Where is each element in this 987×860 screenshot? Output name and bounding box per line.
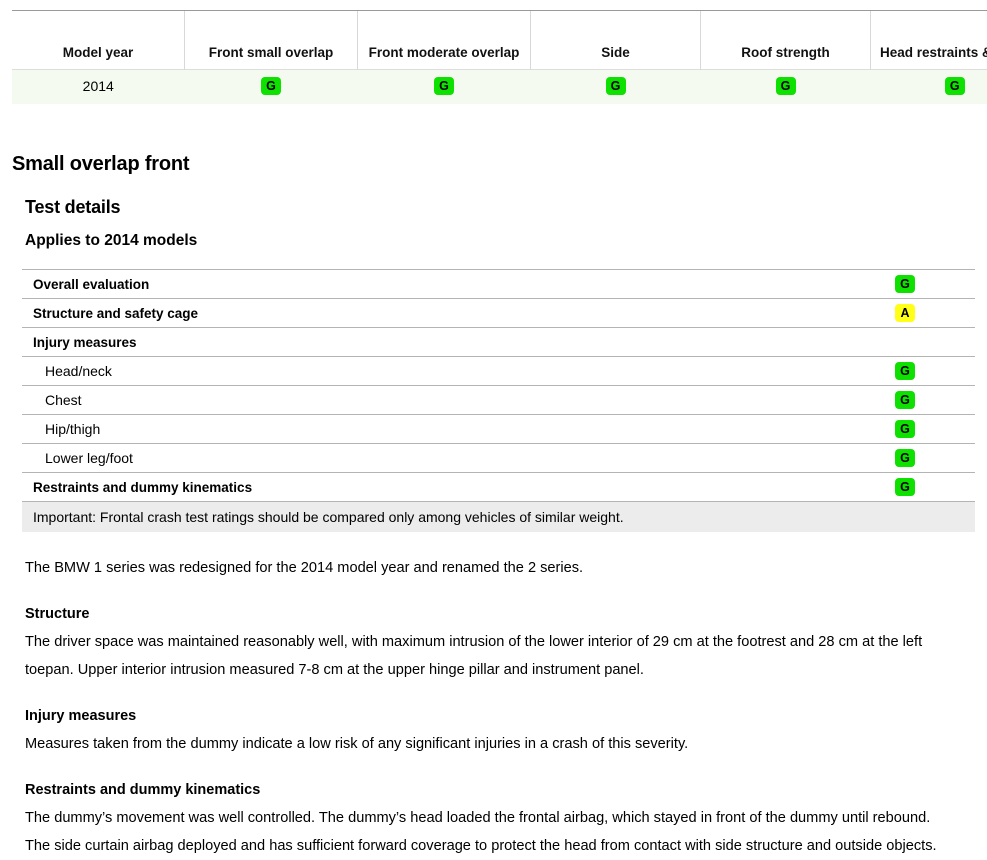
applies-to-label: Applies to 2014 models: [25, 232, 987, 250]
detail-label: Overall evaluation: [22, 277, 860, 292]
detail-row-head-neck: Head/neck G: [22, 356, 975, 385]
detail-row-hip-thigh: Hip/thigh G: [22, 414, 975, 443]
rating-badge-front-moderate-overlap: G: [434, 77, 454, 95]
cell-front-moderate-overlap: G: [358, 70, 531, 105]
test-description-body: The BMW 1 series was redesigned for the …: [25, 554, 945, 860]
detail-rating-cell: G: [860, 449, 975, 467]
detail-label: Restraints and dummy kinematics: [22, 480, 860, 495]
detail-rating-cell: G: [860, 478, 975, 496]
rating-badge-chest: G: [895, 391, 915, 409]
column-header-head-restraints-seats: Head restraints & seats: [871, 11, 987, 70]
paragraph-structure: The driver space was maintained reasonab…: [25, 628, 945, 684]
detail-row-chest: Chest G: [22, 385, 975, 414]
ratings-summary-section: Model year Front small overlap Front mod…: [12, 10, 962, 104]
detail-row-restraints-and-dummy-kinematics: Restraints and dummy kinematics G: [22, 472, 975, 501]
test-details-title: Test details: [25, 197, 987, 218]
rating-badge-structure-and-safety-cage: A: [895, 304, 915, 322]
heading-structure: Structure: [25, 606, 945, 622]
detail-row-lower-leg-foot: Lower leg/foot G: [22, 443, 975, 472]
column-header-front-moderate-overlap: Front moderate overlap: [358, 11, 531, 70]
cell-front-small-overlap: G: [185, 70, 358, 105]
detail-label: Chest: [22, 392, 860, 408]
table-row: 2014 G G G G G: [12, 70, 987, 105]
column-header-model-year: Model year: [12, 11, 185, 70]
ratings-summary-table: Model year Front small overlap Front mod…: [12, 10, 987, 104]
page-title: Small overlap front: [12, 153, 987, 176]
detail-rating-cell: G: [860, 362, 975, 380]
heading-injury-measures: Injury measures: [25, 708, 945, 724]
detail-label: Injury measures: [22, 335, 860, 350]
paragraph-injury-measures: Measures taken from the dummy indicate a…: [25, 730, 945, 758]
test-details-list: Overall evaluation G Structure and safet…: [22, 269, 975, 532]
rating-badge-head-restraints-seats: G: [945, 77, 965, 95]
rating-badge-hip-thigh: G: [895, 420, 915, 438]
detail-row-structure-and-safety-cage: Structure and safety cage A: [22, 298, 975, 327]
important-note-text: Important: Frontal crash test ratings sh…: [22, 509, 624, 525]
ratings-table-body: 2014 G G G G G: [12, 70, 987, 105]
column-header-front-small-overlap: Front small overlap: [185, 11, 358, 70]
important-note-banner: Important: Frontal crash test ratings sh…: [22, 501, 975, 532]
rating-badge-side: G: [606, 77, 626, 95]
detail-row-injury-measures: Injury measures: [22, 327, 975, 356]
detail-label: Structure and safety cage: [22, 306, 860, 321]
heading-restraints-and-dummy-kinematics: Restraints and dummy kinematics: [25, 782, 945, 798]
cell-roof-strength: G: [701, 70, 871, 105]
cell-side: G: [531, 70, 701, 105]
rating-badge-roof-strength: G: [776, 77, 796, 95]
detail-rating-cell: A: [860, 304, 975, 322]
ratings-table-head: Model year Front small overlap Front mod…: [12, 11, 987, 70]
detail-rating-cell: G: [860, 391, 975, 409]
detail-label: Lower leg/foot: [22, 450, 860, 466]
detail-label: Hip/thigh: [22, 421, 860, 437]
detail-row-overall-evaluation: Overall evaluation G: [22, 269, 975, 298]
rating-badge-lower-leg-foot: G: [895, 449, 915, 467]
cell-model-year: 2014: [12, 70, 185, 105]
detail-rating-cell: G: [860, 420, 975, 438]
detail-rating-cell: G: [860, 275, 975, 293]
column-header-side: Side: [531, 11, 701, 70]
rating-badge-head-neck: G: [895, 362, 915, 380]
rating-badge-restraints-and-dummy-kinematics: G: [895, 478, 915, 496]
column-header-roof-strength: Roof strength: [701, 11, 871, 70]
cell-head-restraints-seats: G: [871, 70, 987, 105]
paragraph-restraints-and-dummy-kinematics: The dummy’s movement was well controlled…: [25, 804, 945, 860]
detail-label: Head/neck: [22, 363, 860, 379]
intro-paragraph: The BMW 1 series was redesigned for the …: [25, 554, 945, 582]
rating-badge-front-small-overlap: G: [261, 77, 281, 95]
rating-badge-overall-evaluation: G: [895, 275, 915, 293]
ratings-header-row: Model year Front small overlap Front mod…: [12, 11, 987, 70]
